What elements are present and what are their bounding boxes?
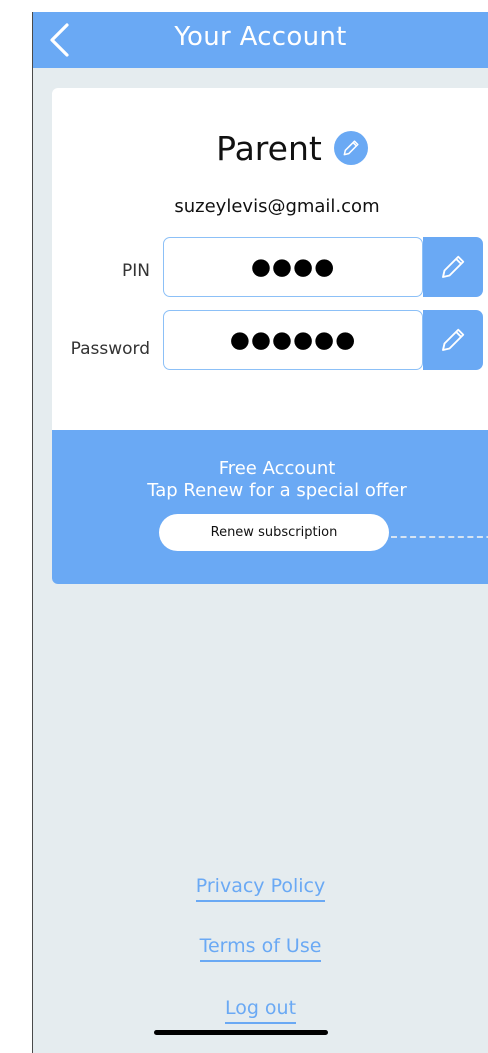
password-field[interactable]: ●●●●●●: [163, 310, 423, 370]
account-card: Parent suzeylevis@gmail.com PIN ●●●● Pas…: [52, 88, 488, 584]
pin-field[interactable]: ●●●●: [163, 237, 423, 297]
pencil-icon: [442, 255, 465, 278]
log-out-link-row: Log out: [33, 997, 488, 1024]
edit-profile-button[interactable]: [333, 131, 368, 165]
header-bar: Your Account: [33, 12, 488, 68]
profile-row: Parent: [52, 126, 488, 170]
account-screen: Your Account Parent suzeylevis@gmail.com…: [33, 12, 488, 1053]
home-indicator: [154, 1030, 328, 1035]
profile-name: Parent: [216, 128, 322, 168]
account-email: suzeylevis@gmail.com: [174, 196, 380, 217]
pin-label: PIN: [122, 261, 150, 281]
password-label: Password: [70, 339, 150, 359]
terms-of-use-link[interactable]: Terms of Use: [199, 935, 322, 962]
dashed-divider: [391, 536, 488, 538]
subscription-banner: Free Account Tap Renew for a special off…: [52, 430, 488, 584]
renew-subscription-button[interactable]: Renew subscription: [159, 514, 389, 551]
pencil-icon: [343, 140, 359, 156]
subscription-offer-text: Tap Renew for a special offer: [147, 480, 407, 501]
edit-password-button[interactable]: [423, 310, 483, 370]
page-title: Your Account: [174, 22, 347, 52]
subscription-status: Free Account: [218, 458, 336, 479]
log-out-link[interactable]: Log out: [224, 997, 297, 1024]
privacy-policy-link-row: Privacy Policy: [33, 875, 488, 902]
privacy-policy-link[interactable]: Privacy Policy: [195, 875, 326, 902]
edit-pin-button[interactable]: [423, 237, 483, 297]
terms-of-use-link-row: Terms of Use: [33, 935, 488, 962]
pencil-icon: [442, 328, 465, 351]
